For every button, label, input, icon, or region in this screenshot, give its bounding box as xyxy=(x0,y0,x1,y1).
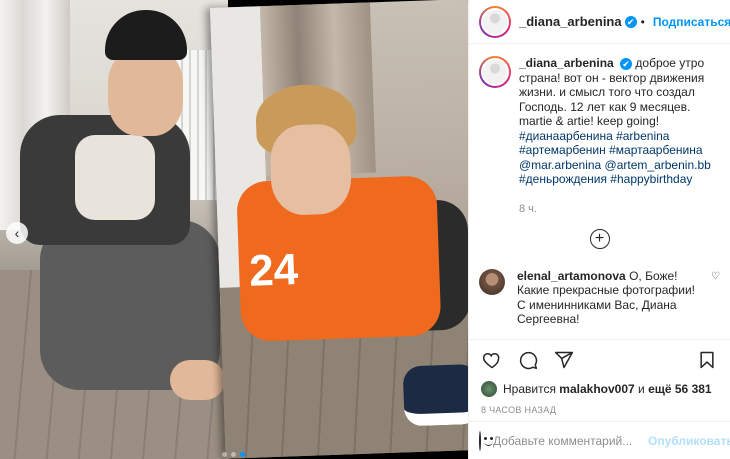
verified-icon: ✔ xyxy=(624,15,637,28)
post-header: _diana_arbenina ✔ • Подписаться ··· xyxy=(469,0,730,44)
caption: _diana_arbenina ✔ доброе утро страна! во… xyxy=(479,56,720,187)
commenter-username[interactable]: elenal_artamonova xyxy=(517,269,626,283)
liker-avatar[interactable] xyxy=(481,381,497,397)
comment-body: elenal_artamonova О, Боже! Какие прекрас… xyxy=(517,269,705,327)
carousel-dots xyxy=(222,452,245,457)
likes-prefix: Нравится xyxy=(503,382,556,396)
comment-input[interactable] xyxy=(493,433,648,448)
post-media-carousel[interactable]: 24 ‹ xyxy=(0,0,468,459)
publish-button[interactable]: Опубликовать xyxy=(648,434,730,448)
load-more-comments-button[interactable]: + xyxy=(589,228,610,249)
bookmark-icon[interactable] xyxy=(696,349,718,371)
post-date: 8 ЧАСОВ НАЗАД xyxy=(481,405,557,415)
action-bar xyxy=(469,339,730,379)
caption-time: 8 ч. xyxy=(519,202,537,215)
instagram-post: 24 ‹ _diana_arbenina ✔ • Подписаться ··· xyxy=(0,0,730,459)
carousel-dot-active xyxy=(240,452,245,457)
add-comment-bar: Опубликовать xyxy=(469,421,730,459)
comment-item: elenal_artamonova О, Боже! Какие прекрас… xyxy=(479,268,720,327)
sneaker xyxy=(402,363,468,427)
girl-face xyxy=(269,123,353,216)
baseball-cap xyxy=(105,10,187,60)
comments-section: _diana_arbenina ✔ доброе утро страна! во… xyxy=(469,44,730,339)
separator-dot: • xyxy=(640,14,645,29)
verified-icon: ✔ xyxy=(620,57,633,70)
caption-avatar[interactable] xyxy=(479,56,511,88)
likes-count[interactable]: ещё 56 381 xyxy=(648,382,712,396)
comment-like-icon[interactable]: ♡ xyxy=(711,271,720,282)
author-avatar[interactable] xyxy=(479,5,511,38)
carousel-dot xyxy=(231,452,236,457)
follow-button[interactable]: Подписаться xyxy=(653,15,730,29)
photo-girl-jersey: 24 xyxy=(210,0,468,459)
photo-boy-cap xyxy=(0,0,228,459)
caption-username[interactable]: _diana_arbenina xyxy=(519,56,614,70)
likes-and: и xyxy=(638,382,645,396)
author-info: _diana_arbenina ✔ • Подписаться xyxy=(519,14,730,29)
emoji-icon[interactable] xyxy=(479,430,493,451)
comment-icon[interactable] xyxy=(517,349,539,371)
jersey-number: 24 xyxy=(248,245,299,296)
likes-summary: Нравится malakhov007 и ещё 56 381 xyxy=(469,379,730,399)
caption-hashtags[interactable]: #дианаарбенина #arbenina #артемарбенин #… xyxy=(519,129,711,187)
pajama-chest xyxy=(75,135,155,220)
author-username[interactable]: _diana_arbenina xyxy=(519,14,622,29)
carousel-prev-button[interactable]: ‹ xyxy=(6,222,28,244)
share-icon[interactable] xyxy=(553,349,575,371)
like-icon[interactable] xyxy=(481,349,503,371)
bare-feet xyxy=(170,360,225,400)
carousel-dot xyxy=(222,452,227,457)
liker-username[interactable]: malakhov007 xyxy=(559,382,634,396)
caption-body: _diana_arbenina ✔ доброе утро страна! во… xyxy=(519,56,720,187)
post-sidebar: _diana_arbenina ✔ • Подписаться ··· _dia… xyxy=(468,0,730,459)
boy-face xyxy=(108,48,183,136)
commenter-avatar[interactable] xyxy=(479,268,505,295)
